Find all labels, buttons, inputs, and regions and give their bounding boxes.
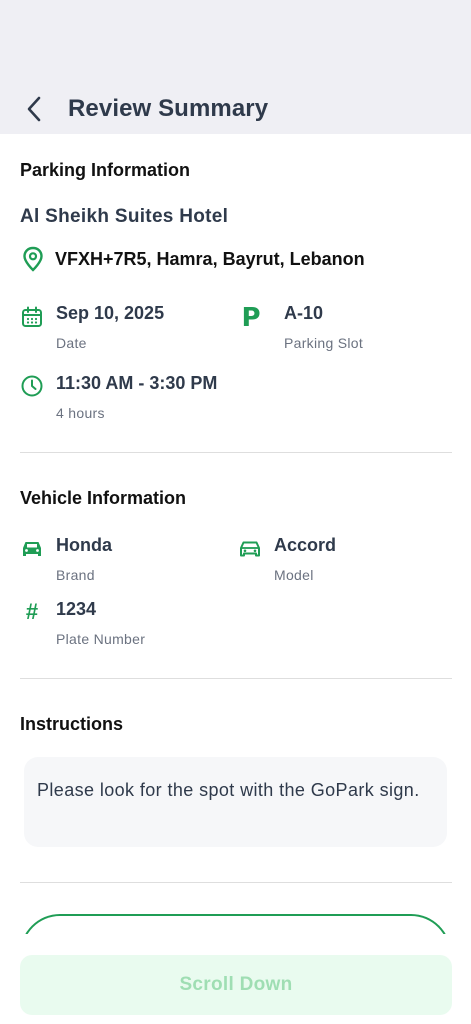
- hotel-name: Al Sheikh Suites Hotel: [20, 206, 229, 227]
- date-item: Sep 10, 2025 Date: [20, 303, 220, 353]
- calendar-icon: [20, 305, 44, 329]
- brand-label: Brand: [56, 567, 95, 583]
- clock-icon: [20, 374, 44, 398]
- back-button[interactable]: [18, 92, 50, 126]
- plate-value: 1234: [56, 599, 97, 619]
- address-row: VFXH+7R5, Hamra, Bayrut, Lebanon: [20, 246, 365, 272]
- hash-icon: #: [25, 599, 39, 624]
- location-pin-icon: [20, 246, 46, 272]
- scroll-down-button[interactable]: Scroll Down: [20, 955, 452, 1015]
- brand-item: Honda Brand: [20, 535, 220, 585]
- date-label: Date: [56, 335, 87, 351]
- page-title: Review Summary: [68, 95, 269, 122]
- parking-p-icon: P: [241, 303, 261, 333]
- parking-slot-label: Parking Slot: [284, 335, 364, 351]
- parking-slot-item: P A-10 Parking Slot: [240, 303, 440, 353]
- divider: [20, 452, 452, 453]
- date-value: Sep 10, 2025: [56, 303, 165, 323]
- parking-section-title: Parking Information: [20, 160, 191, 180]
- divider: [20, 678, 452, 679]
- model-label: Model: [274, 567, 314, 583]
- car-outline-icon: [238, 537, 262, 561]
- chevron-left-icon: [27, 96, 41, 122]
- parking-slot-value: A-10: [284, 303, 324, 323]
- duration-label: 4 hours: [56, 405, 105, 421]
- divider: [20, 882, 452, 883]
- model-value: Accord: [274, 535, 337, 555]
- address-text: VFXH+7R5, Hamra, Bayrut, Lebanon: [55, 248, 365, 269]
- instructions-box: Please look for the spot with the GoPark…: [24, 757, 447, 847]
- time-item: 11:30 AM - 3:30 PM 4 hours: [20, 373, 320, 423]
- model-item: Accord Model: [238, 535, 438, 585]
- time-value: 11:30 AM - 3:30 PM: [56, 373, 218, 393]
- plate-item: # 1234 Plate Number: [20, 599, 220, 649]
- car-icon: [20, 537, 44, 561]
- instructions-text: Please look for the spot with the GoPark…: [37, 780, 420, 800]
- app-header: Review Summary: [0, 0, 471, 134]
- brand-value: Honda: [56, 535, 112, 555]
- instructions-section-title: Instructions: [20, 714, 124, 734]
- vehicle-section-title: Vehicle Information: [20, 488, 187, 508]
- plate-label: Plate Number: [56, 631, 146, 647]
